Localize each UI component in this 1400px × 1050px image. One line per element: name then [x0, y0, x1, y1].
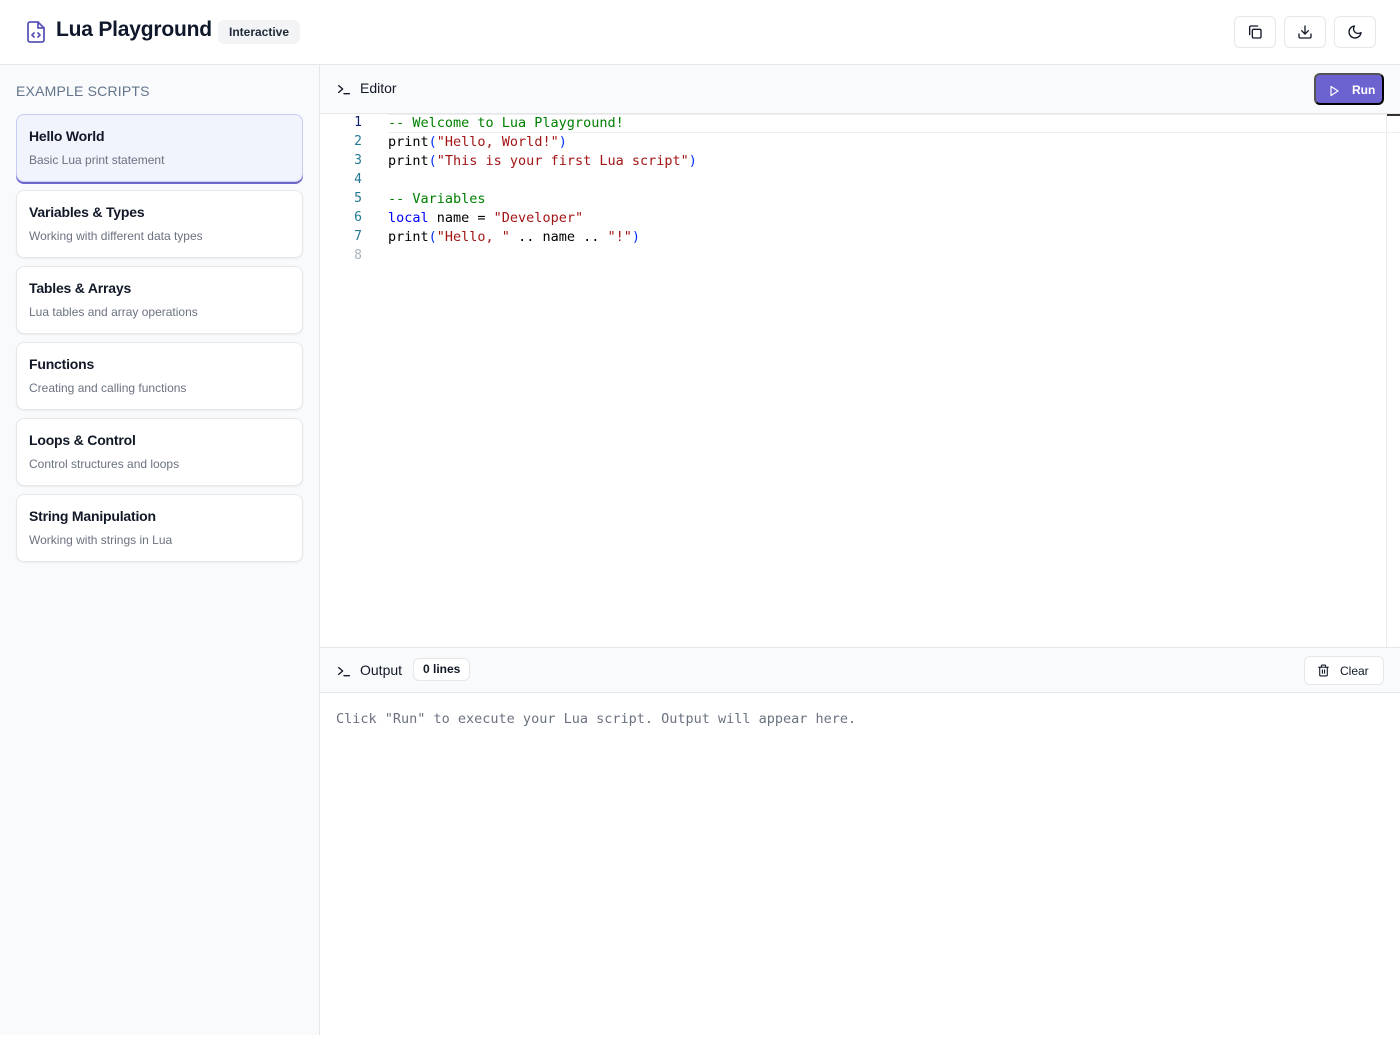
line-number: 2 — [354, 134, 362, 149]
copy-button[interactable] — [1234, 16, 1276, 48]
moon-icon — [1348, 25, 1362, 39]
line-number: 6 — [354, 210, 362, 225]
play-icon — [1330, 85, 1339, 97]
code-paren: ( — [428, 153, 437, 169]
code-paren: ) — [558, 134, 567, 150]
output-toolbar: Output 0 lines Clear — [320, 647, 1400, 693]
code-text: .. name .. — [509, 229, 608, 245]
line-number: 7 — [354, 229, 362, 244]
code-identifier: print — [388, 153, 429, 169]
code-paren: ( — [428, 229, 437, 245]
sidebar-heading: EXAMPLE SCRIPTS — [16, 83, 150, 99]
code-string: "This is your first Lua script" — [436, 153, 689, 169]
script-card-title: Tables & Arrays — [29, 280, 132, 296]
code-editor[interactable]: 1 2 3 4 5 6 7 8 -- Welcome to Lua Playgr… — [320, 114, 1400, 647]
code-line: local name = "Developer" — [388, 210, 583, 226]
script-card-loops-control[interactable]: Loops & Control Control structures and l… — [16, 418, 303, 486]
script-card-description: Creating and calling functions — [29, 381, 187, 395]
script-card-title: Functions — [29, 356, 95, 372]
code-text: name = — [428, 210, 494, 226]
download-button[interactable] — [1284, 16, 1326, 48]
editor-title: Editor — [360, 80, 397, 96]
clear-output-button[interactable]: Clear — [1304, 656, 1384, 685]
line-number: 4 — [354, 172, 362, 187]
code-string: "Hello, " — [436, 229, 510, 245]
output-console: Click "Run" to execute your Lua script. … — [320, 693, 1400, 1035]
cursor-position-marker — [1387, 114, 1400, 116]
script-card-string-manipulation[interactable]: String Manipulation Working with strings… — [16, 494, 303, 562]
copy-icon — [1249, 25, 1262, 39]
file-code-icon — [27, 21, 45, 43]
code-line: print("This is your first Lua script") — [388, 153, 697, 169]
script-card-description: Basic Lua print statement — [29, 153, 165, 167]
script-card-functions[interactable]: Functions Creating and calling functions — [16, 342, 303, 410]
editor-toolbar: Editor Run — [320, 65, 1400, 114]
script-card-title: Hello World — [29, 128, 105, 144]
code-string: "!" — [607, 229, 632, 245]
script-card-title: String Manipulation — [29, 508, 156, 524]
terminal-icon — [338, 85, 350, 95]
script-card-variables-types[interactable]: Variables & Types Working with different… — [16, 190, 303, 258]
code-comment: -- Welcome to Lua Playground! — [388, 115, 624, 131]
terminal-icon — [338, 667, 350, 677]
app-header: Lua Playground Interactive — [0, 0, 1400, 65]
code-line: -- Variables — [388, 191, 486, 207]
run-button-label: Run — [1352, 83, 1376, 97]
script-card-title: Loops & Control — [29, 432, 136, 448]
line-number: 5 — [354, 191, 362, 206]
script-card-tables-arrays[interactable]: Tables & Arrays Lua tables and array ope… — [16, 266, 303, 334]
script-card-description: Control structures and loops — [29, 457, 180, 471]
theme-toggle-button[interactable] — [1334, 16, 1376, 48]
output-title: Output — [360, 662, 403, 678]
sidebar: EXAMPLE SCRIPTS Hello World Basic Lua pr… — [0, 65, 320, 1035]
clear-button-label: Clear — [1340, 664, 1369, 678]
mode-badge: Interactive — [218, 20, 301, 44]
editor-scrollbar-track[interactable] — [1386, 114, 1387, 647]
app-title: Lua Playground — [56, 18, 212, 41]
code-keyword: local — [388, 210, 429, 226]
code-line: print("Hello, World!") — [388, 134, 567, 150]
code-line: print("Hello, " .. name .. "!") — [388, 229, 640, 245]
script-card-title: Variables & Types — [29, 204, 145, 220]
output-placeholder: Click "Run" to execute your Lua script. … — [336, 711, 857, 727]
code-identifier: print — [388, 229, 429, 245]
output-line-count-badge: 0 lines — [413, 658, 471, 681]
code-line: -- Welcome to Lua Playground! — [388, 115, 624, 131]
download-icon — [1298, 25, 1312, 39]
trash-icon — [1318, 664, 1329, 677]
code-comment: -- Variables — [388, 191, 486, 207]
code-paren: ) — [688, 153, 697, 169]
code-string: "Developer" — [493, 210, 584, 226]
line-number: 8 — [354, 248, 362, 263]
script-card-description: Working with strings in Lua — [29, 533, 173, 547]
script-card-description: Lua tables and array operations — [29, 305, 198, 319]
run-button[interactable]: Run — [1314, 73, 1384, 105]
code-identifier: print — [388, 134, 429, 150]
line-number: 1 — [354, 115, 362, 130]
code-paren: ) — [631, 229, 641, 245]
code-paren: ( — [428, 134, 437, 150]
line-number: 3 — [354, 153, 362, 168]
script-card-description: Working with different data types — [29, 229, 203, 243]
script-card-hello-world[interactable]: Hello World Basic Lua print statement — [16, 114, 303, 182]
code-string: "Hello, World!" — [436, 134, 559, 150]
